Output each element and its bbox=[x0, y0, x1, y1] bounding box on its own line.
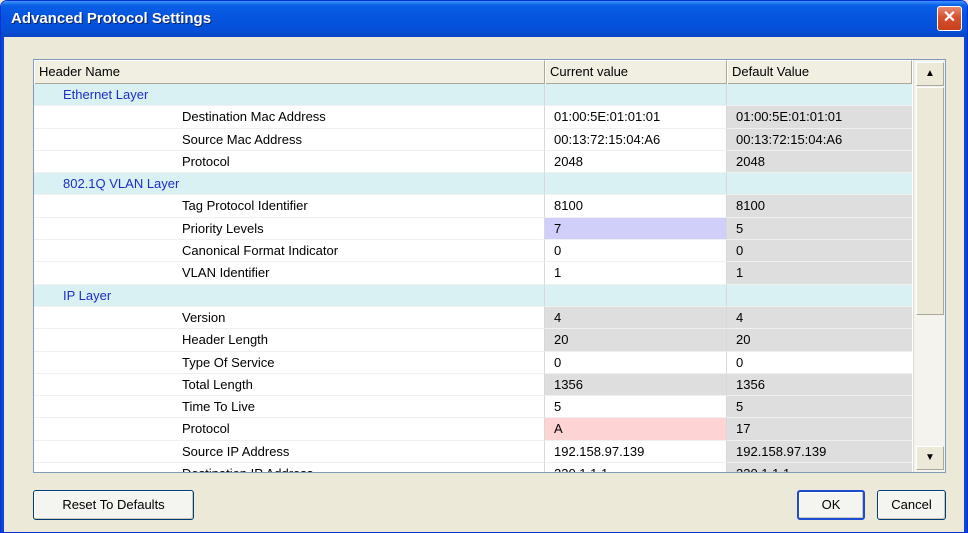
ok-button[interactable]: OK bbox=[797, 490, 865, 520]
header-name-cell: Header Length bbox=[34, 329, 545, 352]
header-name-cell: Version bbox=[34, 306, 545, 330]
cancel-button[interactable]: Cancel bbox=[877, 490, 946, 520]
header-name-cell: Priority Levels bbox=[34, 217, 545, 241]
window-border-right bbox=[964, 37, 967, 532]
default-value-cell: 8100 bbox=[727, 195, 912, 218]
default-value-cell: 1 bbox=[727, 262, 912, 285]
header-name-cell: Destination Mac Address bbox=[34, 106, 545, 129]
current-value-cell[interactable]: 20 bbox=[545, 329, 727, 352]
table-row[interactable]: Type Of Service 0 0 bbox=[34, 351, 912, 374]
header-name-cell: Time To Live bbox=[34, 396, 545, 419]
default-value-cell: 5 bbox=[727, 396, 912, 419]
grid-rows: Ethernet Layer Destination Mac Address 01:… bbox=[34, 84, 912, 472]
header-name-cell: Tag Protocol Identifier bbox=[34, 195, 545, 218]
table-row[interactable]: Source IP Address 192.158.97.139 192.158.9… bbox=[34, 440, 912, 464]
header-name-cell: Destination IP Address bbox=[34, 463, 545, 472]
default-value-cell bbox=[727, 284, 912, 307]
table-row[interactable]: Protocol A 17 bbox=[34, 418, 912, 441]
default-value-cell: 17 bbox=[727, 418, 912, 441]
current-value-cell[interactable]: 230.1.1.1 bbox=[545, 463, 727, 472]
header-name-cell: Protocol bbox=[34, 418, 545, 441]
current-value-cell[interactable]: 01:00:5E:01:01:01 bbox=[545, 106, 727, 129]
current-value-column[interactable]: Current value bbox=[545, 60, 727, 84]
default-value-cell bbox=[727, 84, 912, 107]
table-row[interactable]: VLAN Identifier 1 1 bbox=[34, 262, 912, 285]
current-value-cell[interactable]: A bbox=[545, 418, 727, 441]
default-value-cell: 230.1.1.1 bbox=[727, 463, 912, 472]
default-value-cell: 192.158.97.139 bbox=[727, 440, 912, 464]
current-value-cell[interactable]: 0 bbox=[545, 240, 727, 263]
dialog-window: Advanced Protocol Settings ✕ Header Name… bbox=[0, 0, 968, 533]
scroll-down-button[interactable]: ▼ bbox=[916, 446, 944, 470]
table-row[interactable]: Source Mac Address 00:13:72:15:04:A6 00:13… bbox=[34, 128, 912, 151]
group-row[interactable]: 802.1Q VLAN Layer bbox=[34, 173, 912, 196]
group-name-cell: 802.1Q VLAN Layer bbox=[34, 173, 545, 196]
default-value-cell: 4 bbox=[727, 306, 912, 330]
default-value-cell: 0 bbox=[727, 240, 912, 263]
current-value-cell[interactable]: 7 bbox=[545, 217, 727, 241]
default-value-cell: 2048 bbox=[727, 150, 912, 174]
default-value-cell: 1356 bbox=[727, 373, 912, 397]
header-name-cell: Canonical Format Indicator bbox=[34, 240, 545, 263]
current-value-cell[interactable]: 00:13:72:15:04:A6 bbox=[545, 128, 727, 151]
default-value-cell: 5 bbox=[727, 217, 912, 241]
default-value-cell bbox=[727, 173, 912, 196]
current-value-cell bbox=[545, 84, 727, 107]
table-row[interactable]: Version 4 4 bbox=[34, 306, 912, 330]
scroll-up-button[interactable]: ▲ bbox=[916, 62, 944, 86]
table-row[interactable]: Canonical Format Indicator 0 0 bbox=[34, 240, 912, 263]
current-value-cell[interactable]: 192.158.97.139 bbox=[545, 440, 727, 464]
close-icon: ✕ bbox=[942, 9, 957, 26]
default-value-column[interactable]: Default Value bbox=[727, 60, 912, 84]
header-name-cell: Protocol bbox=[34, 150, 545, 174]
current-value-cell[interactable]: 1356 bbox=[545, 373, 727, 397]
table-row[interactable]: Tag Protocol Identifier 8100 8100 bbox=[34, 195, 912, 218]
protocol-settings-grid[interactable]: Header Name Current value Default Value … bbox=[33, 59, 946, 473]
current-value-cell[interactable]: 4 bbox=[545, 306, 727, 330]
scroll-down-icon: ▼ bbox=[925, 452, 935, 463]
scroll-thumb[interactable] bbox=[916, 87, 944, 315]
default-value-cell: 20 bbox=[727, 329, 912, 352]
current-value-cell[interactable]: 2048 bbox=[545, 150, 727, 174]
group-row[interactable]: Ethernet Layer bbox=[34, 84, 912, 107]
header-name-cell: Type Of Service bbox=[34, 351, 545, 374]
grid-header: Header Name Current value Default Value bbox=[34, 60, 912, 84]
current-value-cell[interactable]: 8100 bbox=[545, 195, 727, 218]
table-row[interactable]: Time To Live 5 5 bbox=[34, 396, 912, 419]
title-bar[interactable]: Advanced Protocol Settings ✕ bbox=[1, 1, 967, 37]
group-row[interactable]: IP Layer bbox=[34, 284, 912, 307]
default-value-cell: 0 bbox=[727, 351, 912, 374]
window-border-left bbox=[1, 37, 4, 532]
table-row[interactable]: Destination IP Address230.1.1.1230.1.1.1 bbox=[34, 463, 912, 472]
header-name-cell: Source Mac Address bbox=[34, 128, 545, 151]
current-value-cell[interactable]: 5 bbox=[545, 396, 727, 419]
group-name-cell: IP Layer bbox=[34, 284, 545, 307]
header-name-column[interactable]: Header Name bbox=[34, 60, 545, 84]
scroll-up-icon: ▲ bbox=[925, 68, 935, 79]
current-value-cell[interactable]: 0 bbox=[545, 351, 727, 374]
close-button[interactable]: ✕ bbox=[937, 6, 962, 31]
group-name-cell: Ethernet Layer bbox=[34, 84, 545, 107]
header-name-cell: VLAN Identifier bbox=[34, 262, 545, 285]
reset-to-defaults-button[interactable]: Reset To Defaults bbox=[33, 490, 194, 520]
header-name-cell: Source IP Address bbox=[34, 440, 545, 464]
table-row[interactable]: Priority Levels 7 5 bbox=[34, 217, 912, 241]
vertical-scrollbar[interactable]: ▲ ▼ bbox=[913, 60, 945, 472]
dialog-title: Advanced Protocol Settings bbox=[11, 10, 212, 27]
table-row[interactable]: Protocol 2048 2048 bbox=[34, 150, 912, 174]
current-value-cell bbox=[545, 173, 727, 196]
default-value-cell: 01:00:5E:01:01:01 bbox=[727, 106, 912, 129]
default-value-cell: 00:13:72:15:04:A6 bbox=[727, 128, 912, 151]
current-value-cell bbox=[545, 284, 727, 307]
table-row[interactable]: Header Length 20 20 bbox=[34, 329, 912, 352]
table-row[interactable]: Total Length 1356 1356 bbox=[34, 373, 912, 397]
header-name-cell: Total Length bbox=[34, 373, 545, 397]
table-row[interactable]: Destination Mac Address 01:00:5E:01:01:01… bbox=[34, 106, 912, 129]
current-value-cell[interactable]: 1 bbox=[545, 262, 727, 285]
